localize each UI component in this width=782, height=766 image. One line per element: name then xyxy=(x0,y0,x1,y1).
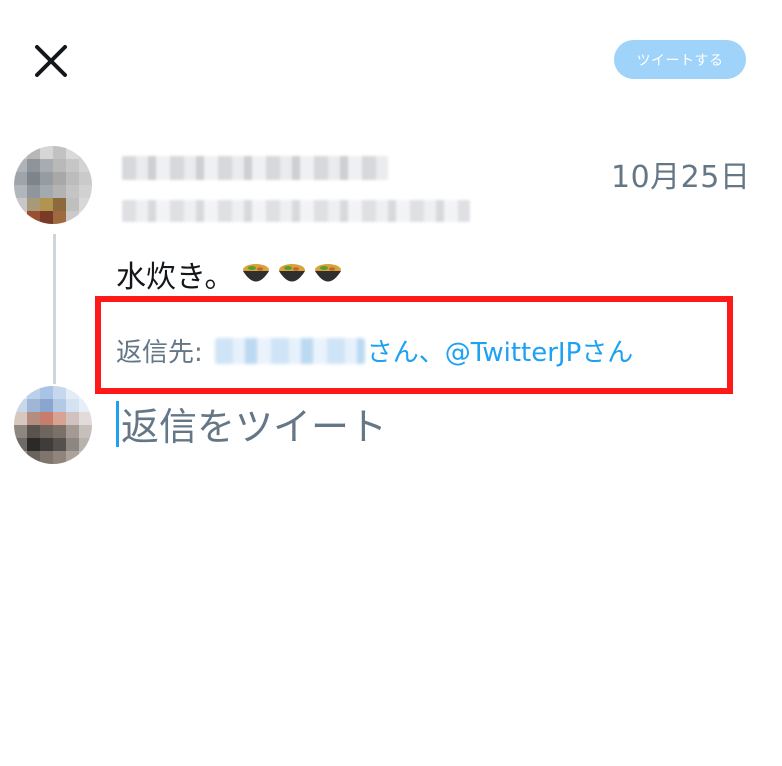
close-button[interactable] xyxy=(28,38,74,84)
reply-to-user-redacted[interactable] xyxy=(214,337,365,364)
reply-to-line[interactable]: 返信先: さん、@TwitterJPさん xyxy=(116,332,633,369)
author-name-redacted xyxy=(122,156,388,180)
reply-compose-placeholder: 返信をツイート xyxy=(121,405,388,449)
my-avatar[interactable] xyxy=(14,386,92,464)
hot-pot-icon xyxy=(314,264,341,282)
reply-to-prefix: 返信先: xyxy=(116,338,203,368)
author-avatar[interactable] xyxy=(14,146,92,224)
text-caret xyxy=(116,400,119,447)
reply-compose-field[interactable]: 返信をツイート xyxy=(116,396,387,451)
close-icon xyxy=(35,45,67,77)
hot-pot-icon xyxy=(242,264,269,282)
reply-to-users-link[interactable]: さん、@TwitterJPさん xyxy=(367,332,634,369)
author-handle-redacted xyxy=(122,200,470,222)
thread-line xyxy=(53,234,56,384)
tweet-date: 10月25日 xyxy=(611,160,751,195)
hot-pot-icon xyxy=(278,264,305,282)
tweet-body: 水炊き。 xyxy=(116,252,343,296)
tweet-button[interactable]: ツイートする xyxy=(614,40,746,79)
tweet-text: 水炊き。 xyxy=(116,260,235,295)
